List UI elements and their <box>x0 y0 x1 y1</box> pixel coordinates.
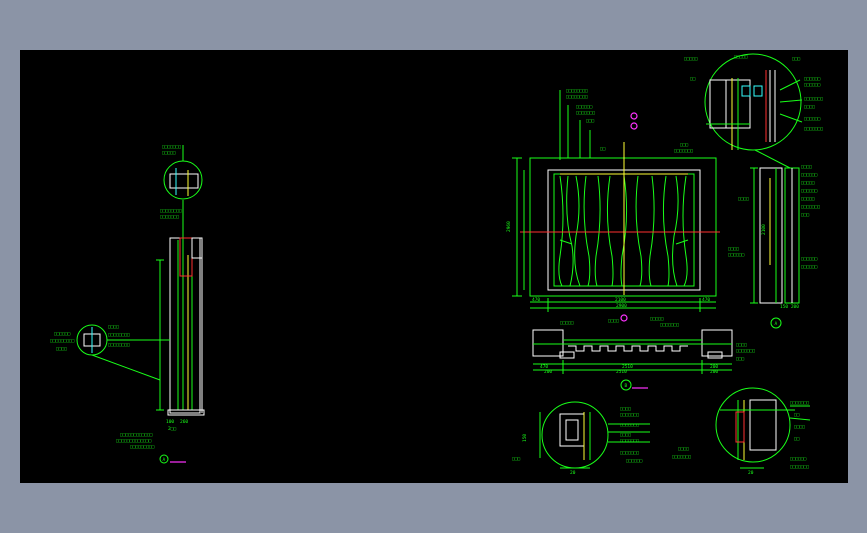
svg-text:□□□□: □□□□ <box>728 247 739 252</box>
svg-text:□□: □□ <box>794 437 800 442</box>
svg-text:470: 470 <box>532 297 540 303</box>
svg-text:□□□□□□□: □□□□□□□ <box>674 149 693 154</box>
svg-text:260: 260 <box>180 419 188 425</box>
svg-text:□□□□□: □□□□□ <box>162 151 176 156</box>
svg-text:□□□□□□□: □□□□□□□ <box>620 439 639 444</box>
detail-circle-bottom-left: 150 20 □□□□ □□□□□□□ □□□□□□□ □□□□ □□□□□□□… <box>512 401 650 476</box>
svg-text:150 200: 150 200 <box>780 304 799 310</box>
svg-text:□□□□□□□: □□□□□□□ <box>576 111 595 116</box>
svg-text:□□□□□□□□: □□□□□□□□ <box>108 333 130 338</box>
svg-text:□□□□□□□: □□□□□□□ <box>736 349 755 354</box>
svg-text:□□□□: □□□□ <box>801 165 812 170</box>
svg-text:□□□□□□□□: □□□□□□□□ <box>566 95 588 100</box>
svg-text:2□□: 2□□ <box>168 426 176 432</box>
svg-text:□□□□□□: □□□□□□ <box>804 117 821 122</box>
svg-text:□□□□□□□: □□□□□□□ <box>801 205 820 210</box>
svg-text:□□□□□□□□□: □□□□□□□□□ <box>50 339 75 344</box>
svg-text:□□□□□□□: □□□□□□□ <box>804 127 823 132</box>
svg-text:150: 150 <box>522 434 528 442</box>
svg-text:□□□□: □□□□ <box>108 325 119 330</box>
svg-text:□□□: □□□ <box>792 57 800 62</box>
svg-text:2960: 2960 <box>506 221 512 232</box>
svg-text:□□□□□□□: □□□□□□□ <box>672 455 691 460</box>
svg-text:□□□□: □□□□ <box>794 425 805 430</box>
svg-text:□□□: □□□ <box>680 143 688 148</box>
svg-text:□□□□: □□□□ <box>620 407 631 412</box>
curtain-elevation: □□□□□□□□ □□□□□□□□ □□□□□□ □□□□□□□ □□□ □□ … <box>506 89 720 322</box>
svg-text:□□□□□: □□□□□ <box>734 55 748 60</box>
svg-text:□□□□: □□□□ <box>804 105 815 110</box>
svg-text:□□□□□□□: □□□□□□□ <box>660 323 679 328</box>
detail-circle-top-right: □□□□□ □□□□□ □□□ □□□□□□ □□□□□□ □□□□□□□ □□… <box>674 53 823 169</box>
svg-text:A: A <box>163 457 166 463</box>
svg-text:□□□□□: □□□□□ <box>560 321 574 326</box>
svg-text:□□□□□□□□: □□□□□□□□ <box>160 209 182 214</box>
svg-text:2100: 2100 <box>761 224 767 235</box>
svg-text:□□□□□□: □□□□□□ <box>626 459 643 464</box>
svg-text:□□□□□□: □□□□□□ <box>790 457 807 462</box>
svg-text:□□□□□: □□□□□ <box>801 197 815 202</box>
svg-text:□□□: □□□ <box>736 357 744 362</box>
svg-text:□□□□□□□: □□□□□□□ <box>620 423 639 428</box>
svg-text:□□□□: □□□□ <box>738 197 749 202</box>
svg-text:100: 100 <box>166 419 174 425</box>
svg-text:□□□: □□□ <box>512 457 520 462</box>
svg-text:□□□□□□: □□□□□□ <box>801 173 818 178</box>
svg-text:□□□□□□□: □□□□□□□ <box>162 145 181 150</box>
svg-text:□□□□□□: □□□□□□ <box>54 332 71 337</box>
svg-text:□□□□□□: □□□□□□ <box>728 253 745 258</box>
plan-view: 470 2510 200 200 2510 200 □□□□□ □□□□ □□□… <box>532 317 755 391</box>
svg-text:□□□□□□□: □□□□□□□ <box>620 413 639 418</box>
svg-text:□□□□□□: □□□□□□ <box>576 105 593 110</box>
svg-text:□□: □□ <box>600 147 606 152</box>
svg-text:□□□□□□□□□□□□: □□□□□□□□□□□□ <box>120 433 153 438</box>
svg-text:□□: □□ <box>794 413 800 418</box>
svg-text:□□□□□□: □□□□□□ <box>804 77 821 82</box>
left-section-view: □□□□□□□ □□□□□ □□□□□□□□ □□□□□□□ 100 260 2… <box>50 145 205 464</box>
svg-text:B: B <box>625 383 628 389</box>
right-side-section: 2100 □□□□ □□□□□□ □□□□□ □□□□□□ □□□□□ □□□□… <box>728 165 820 329</box>
svg-text:□□□□□: □□□□□ <box>650 317 664 322</box>
svg-text:□□□□□□□□: □□□□□□□□ <box>566 89 588 94</box>
svg-text:2100: 2100 <box>615 297 626 303</box>
cad-drawing: □□□□□□□ □□□□□ □□□□□□□□ □□□□□□□ 100 260 2… <box>50 53 823 476</box>
svg-text:2900: 2900 <box>616 303 627 309</box>
svg-text:□□□□: □□□□ <box>56 347 67 352</box>
svg-text:20: 20 <box>570 470 576 476</box>
svg-text:20: 20 <box>748 470 754 476</box>
svg-text:□□□□□□□: □□□□□□□ <box>790 401 809 406</box>
svg-text:□□□□□□□□□□□□□: □□□□□□□□□□□□□ <box>116 439 152 444</box>
svg-text:2510: 2510 <box>616 369 627 375</box>
svg-text:200: 200 <box>544 369 552 375</box>
svg-text:□□□□□□□: □□□□□□□ <box>160 215 179 220</box>
elevation-frame <box>529 157 717 297</box>
svg-text:□□□□: □□□□ <box>678 447 689 452</box>
svg-text:□□□□□□□: □□□□□□□ <box>790 465 809 470</box>
svg-text:□□□□□□: □□□□□□ <box>801 189 818 194</box>
svg-text:□□□□□: □□□□□ <box>801 181 815 186</box>
svg-text:□□□□□□□: □□□□□□□ <box>804 97 823 102</box>
svg-text:□□□□: □□□□ <box>620 433 631 438</box>
svg-text:200: 200 <box>710 369 718 375</box>
svg-text:□□: □□ <box>690 77 696 82</box>
cad-canvas[interactable]: □□□□□□□ □□□□□ □□□□□□□□ □□□□□□□ 100 260 2… <box>20 50 848 483</box>
svg-text:A: A <box>775 321 778 327</box>
svg-text:□□□□□□□□: □□□□□□□□ <box>108 343 130 348</box>
svg-text:470: 470 <box>702 297 710 303</box>
svg-text:□□□□: □□□□ <box>608 319 619 324</box>
svg-text:□□□□□□□: □□□□□□□ <box>620 451 639 456</box>
detail-circle-bottom-right: □□□□□□□ □□ □□□□ □□ □□□□□□ □□□□□□□ □□□□ □… <box>672 387 811 476</box>
svg-text:□□□: □□□ <box>586 119 594 124</box>
svg-text:□□□: □□□ <box>801 213 809 218</box>
svg-text:□□□□□□: □□□□□□ <box>804 83 821 88</box>
svg-text:□□□□□□□□□: □□□□□□□□□ <box>130 445 155 450</box>
svg-text:□□□□: □□□□ <box>736 343 747 348</box>
svg-text:□□□□□: □□□□□ <box>684 57 698 62</box>
svg-text:□□□□□□: □□□□□□ <box>801 265 818 270</box>
svg-text:□□□□□□: □□□□□□ <box>801 257 818 262</box>
